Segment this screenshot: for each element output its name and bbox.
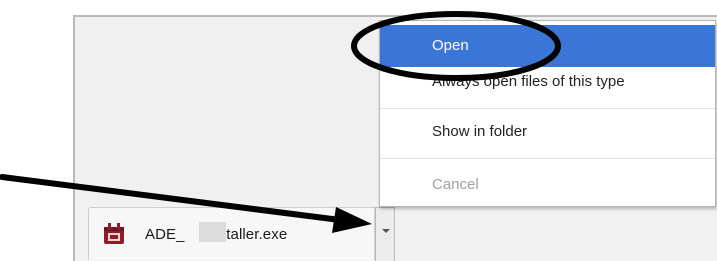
download-options-button[interactable] [375, 207, 395, 261]
redacted-text [199, 222, 226, 242]
menu-item-show-in-folder[interactable]: Show in folder [380, 111, 715, 153]
menu-item-cancel: Cancel [432, 176, 479, 193]
menu-item-always-open[interactable]: Always open files of this type [380, 61, 715, 103]
chevron-down-icon [382, 229, 390, 233]
download-context-menu: Open Always open files of this type Show… [379, 20, 716, 207]
installer-file-icon [104, 223, 124, 244]
menu-separator [380, 158, 715, 159]
menu-separator [380, 108, 715, 109]
